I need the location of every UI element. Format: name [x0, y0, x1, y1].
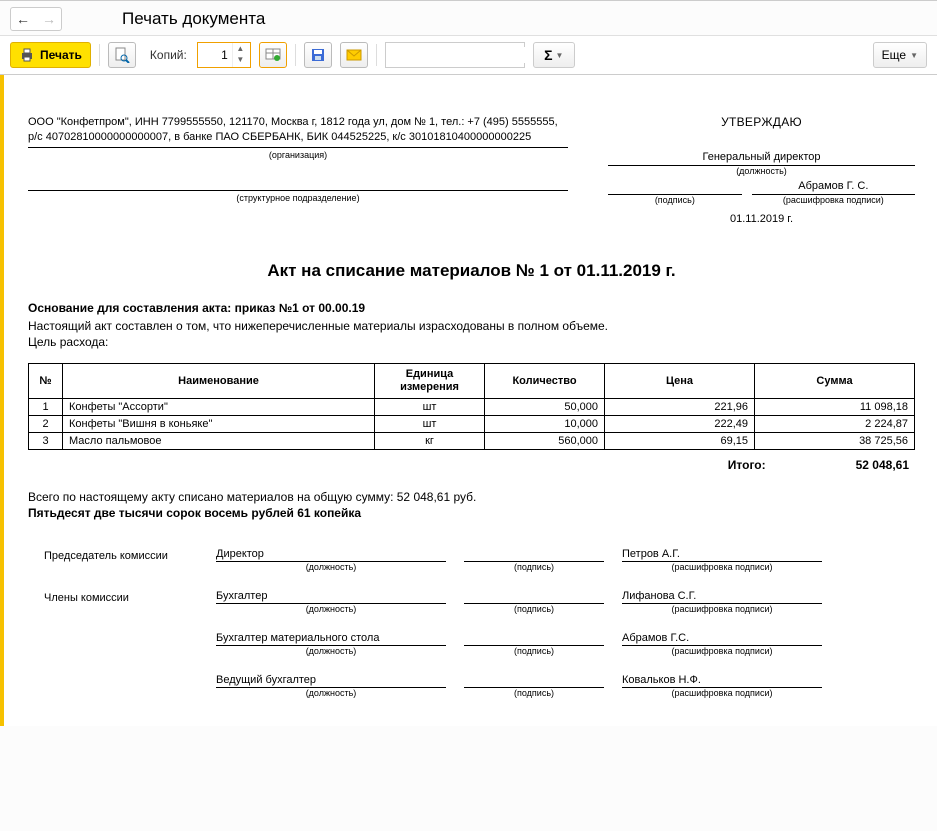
sign-role: Члены комиссии	[28, 592, 198, 604]
copies-down[interactable]: ▼	[233, 54, 248, 65]
total-label: Итого:	[728, 458, 766, 472]
table-row: 1Конфеты "Ассорти"шт50,000221,9611 098,1…	[29, 399, 915, 416]
zoom-input[interactable]: ▲▼	[385, 42, 525, 68]
approve-date: 01.11.2019 г.	[608, 213, 915, 225]
total-value: 52 048,61	[856, 458, 909, 472]
email-button[interactable]	[340, 42, 368, 68]
dept-line	[28, 173, 568, 191]
sign-name: Лифанова С.Г.(расшифровка подписи)	[622, 590, 822, 604]
table-settings-icon	[265, 47, 281, 63]
approve-name: Абрамов Г. С.	[798, 180, 868, 192]
settings-button[interactable]	[259, 42, 287, 68]
org-details: ООО "Конфетпром", ИНН 7799555550, 121170…	[28, 115, 568, 148]
nav-back-button[interactable]: ←	[11, 8, 35, 30]
sign-position: Бухгалтер материального стола(должность)	[216, 632, 446, 646]
approve-title: УТВЕРЖДАЮ	[608, 115, 915, 129]
copies-label: Копий:	[144, 48, 189, 62]
window-title: Печать документа	[72, 9, 265, 29]
sign-signature: (подпись)	[464, 603, 604, 604]
sign-signature: (подпись)	[464, 561, 604, 562]
floppy-icon	[310, 47, 326, 63]
signature-row: Ведущий бухгалтер(должность) (подпись) Ков…	[28, 674, 915, 688]
dept-label: (структурное подразделение)	[28, 191, 568, 204]
magnifier-doc-icon	[114, 47, 130, 63]
doc-description: Настоящий акт составлен о том, что нижеп…	[28, 319, 915, 333]
table-row: 2Конфеты "Вишня в коньяке"шт10,000222,49…	[29, 416, 915, 433]
sign-name: Ковальков Н.Ф.(расшифровка подписи)	[622, 674, 822, 688]
preview-button[interactable]	[108, 42, 136, 68]
sign-signature: (подпись)	[464, 645, 604, 646]
signature-row: Председатель комиссии Директор(должность)…	[28, 548, 915, 562]
sign-role: Председатель комиссии	[28, 550, 198, 562]
sign-name: Абрамов Г.С.(расшифровка подписи)	[622, 632, 822, 646]
copies-up[interactable]: ▲	[233, 43, 248, 54]
sign-signature: (подпись)	[464, 687, 604, 688]
printer-icon	[19, 47, 35, 63]
nav-forward-button[interactable]: →	[37, 8, 61, 30]
signature-row: Бухгалтер материального стола(должность)…	[28, 632, 915, 646]
sign-name: Петров А.Г.(расшифровка подписи)	[622, 548, 822, 562]
summary-text: Всего по настоящему акту списано материа…	[28, 490, 915, 504]
signature-row: Члены комиссии Бухгалтер(должность) (подпи…	[28, 590, 915, 604]
sign-position: Ведущий бухгалтер(должность)	[216, 674, 446, 688]
sum-button[interactable]: Σ ▼	[533, 42, 575, 68]
more-button[interactable]: Еще ▼	[873, 42, 927, 68]
sign-position: Директор(должность)	[216, 548, 446, 562]
print-button[interactable]: Печать	[10, 42, 91, 68]
document-page: ООО "Конфетпром", ИНН 7799555550, 121170…	[0, 75, 937, 726]
approve-position: Генеральный директор	[703, 151, 821, 163]
org-label: (организация)	[28, 148, 568, 161]
document-title: Акт на списание материалов № 1 от 01.11.…	[28, 261, 915, 281]
materials-table: № Наименование Единица измерения Количес…	[28, 363, 915, 450]
table-row: 3Масло пальмовоекг560,00069,1538 725,56	[29, 433, 915, 450]
basis-label: Основание для составления акта: приказ №…	[28, 301, 365, 315]
envelope-icon	[346, 47, 362, 63]
doc-goal: Цель расхода:	[28, 335, 915, 349]
save-button[interactable]	[304, 42, 332, 68]
summary-words: Пятьдесят две тысячи сорок восемь рублей…	[28, 506, 915, 520]
copies-input[interactable]: ▲▼	[197, 42, 251, 68]
sign-position: Бухгалтер(должность)	[216, 590, 446, 604]
